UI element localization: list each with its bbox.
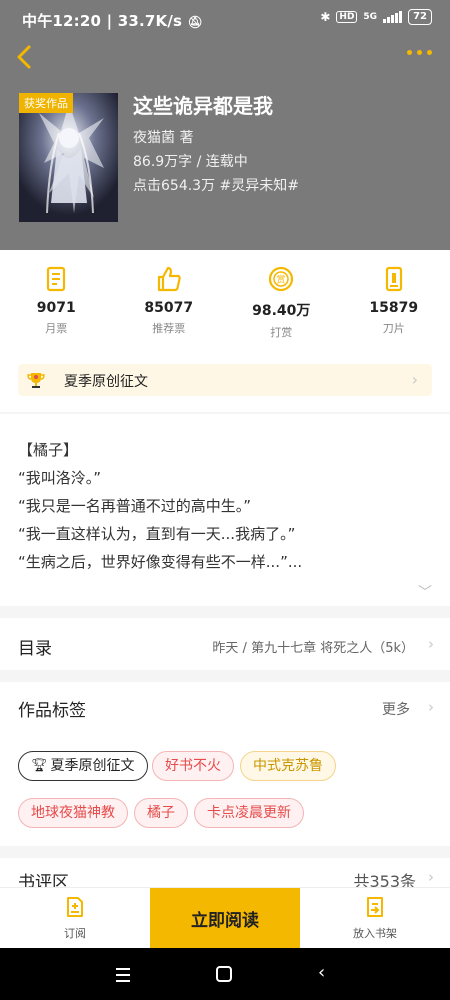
contest-banner[interactable]: 夏季原创征文 › bbox=[18, 364, 432, 396]
banner-text: 夏季原创征文 bbox=[64, 374, 148, 390]
tag-label: 橘子 bbox=[147, 805, 175, 821]
bookshelf-icon bbox=[367, 897, 383, 917]
section-divider bbox=[0, 606, 450, 618]
add-shelf-label: 放入书架 bbox=[353, 927, 397, 940]
blade-icon bbox=[385, 266, 402, 292]
stat-monthly-ticket[interactable]: 9071 月票 bbox=[0, 260, 113, 350]
bottom-action-bar: 订阅 立即阅读 放入书架 bbox=[0, 887, 450, 948]
5g-icon: 5G bbox=[363, 12, 378, 22]
synopsis[interactable]: 【橘子】 “我叫洛泠。” “我只是一名再普通不过的高中生。” “我一直这样认为，… bbox=[18, 436, 438, 576]
tag-label: 地球夜猫神教 bbox=[31, 805, 115, 821]
tag-label: 卡点凌晨更新 bbox=[207, 805, 291, 821]
battery-icon: 72 bbox=[408, 9, 432, 25]
trophy-icon bbox=[27, 373, 45, 388]
chevron-right-icon[interactable]: › bbox=[428, 698, 434, 716]
tag-chip[interactable]: 好书不火 bbox=[152, 751, 234, 781]
book-author[interactable]: 夜猫菌 著 bbox=[133, 127, 193, 147]
back-arrow-icon[interactable] bbox=[14, 42, 40, 72]
tag-label: 好书不火 bbox=[165, 758, 221, 774]
status-bar: 中午12:20 | 33.7K/s 🔕︎ ✱ HD 5G 72 bbox=[0, 0, 450, 38]
signal-icon bbox=[383, 11, 403, 23]
subscribe-button[interactable]: 订阅 bbox=[0, 888, 150, 948]
tag-label: 夏季原创征文 bbox=[50, 758, 135, 774]
chevron-right-icon: › bbox=[411, 370, 418, 389]
section-divider bbox=[0, 670, 450, 682]
chevron-right-icon: › bbox=[428, 635, 434, 653]
stat-value: 85077 bbox=[144, 300, 194, 316]
award-badge: 获奖作品 bbox=[19, 93, 73, 113]
synopsis-line: “我只是一名再普通不过的高中生。” bbox=[18, 497, 252, 515]
thumbs-up-icon bbox=[157, 266, 181, 292]
expand-chevron-icon[interactable]: ﹀ bbox=[418, 582, 432, 602]
read-now-button[interactable]: 立即阅读 bbox=[150, 888, 300, 948]
svg-text:赏: 赏 bbox=[277, 274, 286, 286]
synopsis-line: “我一直这样认为，直到有一天...我病了。” bbox=[18, 525, 296, 543]
monthly-ticket-icon bbox=[47, 266, 66, 292]
tag-label: 中式克苏鲁 bbox=[253, 758, 323, 774]
book-word-count-status: 86.9万字 / 连载中 bbox=[133, 154, 248, 170]
tags-title: 作品标签 bbox=[18, 701, 86, 721]
tag-chip[interactable]: 卡点凌晨更新 bbox=[194, 798, 304, 828]
clock-text: 中午12:20 bbox=[22, 12, 102, 30]
tag-chip[interactable]: 橘子 bbox=[134, 798, 188, 828]
book-header: 中午12:20 | 33.7K/s 🔕︎ ✱ HD 5G 72 获奖作品 这些诡… bbox=[0, 0, 450, 250]
recent-apps-icon[interactable] bbox=[116, 968, 130, 982]
tag-chip[interactable]: 🏆︎ 夏季原创征文 bbox=[18, 751, 148, 781]
stat-recommend-ticket[interactable]: 85077 推荐票 bbox=[113, 260, 226, 350]
status-icons: ✱ HD 5G 72 bbox=[320, 9, 432, 25]
section-divider bbox=[0, 412, 450, 414]
synopsis-line: 【橘子】 bbox=[18, 441, 79, 459]
section-divider bbox=[0, 846, 450, 858]
chevron-right-icon[interactable]: › bbox=[428, 868, 434, 886]
stat-label: 月票 bbox=[45, 322, 68, 335]
more-options-icon[interactable] bbox=[407, 50, 432, 55]
synopsis-line: “我叫洛泠。” bbox=[18, 469, 102, 487]
stat-blade[interactable]: 15879 刀片 bbox=[338, 260, 450, 350]
home-icon[interactable] bbox=[216, 966, 232, 982]
system-nav-bar: ‹ bbox=[0, 948, 450, 1000]
add-to-shelf-button[interactable]: 放入书架 bbox=[300, 888, 450, 948]
stat-value: 9071 bbox=[36, 300, 76, 316]
stats-row: 9071 月票 85077 推荐票 赏 98.40万 打赏 15879 刀片 bbox=[0, 260, 450, 350]
catalog-title: 目录 bbox=[18, 639, 52, 659]
trophy-icon: 🏆︎ bbox=[31, 758, 48, 773]
network-speed: 33.7K/s bbox=[117, 12, 183, 30]
tag-chip[interactable]: 中式克苏鲁 bbox=[240, 751, 336, 781]
tag-chip[interactable]: 地球夜猫神教 bbox=[18, 798, 128, 828]
subscribe-icon bbox=[67, 897, 83, 917]
tags-more-link[interactable]: 更多 bbox=[382, 699, 410, 719]
reward-coin-icon: 赏 bbox=[269, 266, 294, 292]
stat-value: 15879 bbox=[369, 300, 419, 316]
synopsis-line: “生病之后，世界好像变得有些不一样...”... bbox=[18, 553, 303, 571]
status-time: 中午12:20 | 33.7K/s 🔕︎ bbox=[22, 10, 203, 31]
bluetooth-icon: ✱ bbox=[320, 10, 331, 24]
separator: | bbox=[106, 12, 118, 30]
stat-label: 推荐票 bbox=[152, 322, 186, 335]
book-title: 这些诡异都是我 bbox=[133, 94, 273, 118]
back-icon[interactable]: ‹ bbox=[318, 962, 325, 983]
subscribe-label: 订阅 bbox=[64, 927, 86, 940]
latest-chapter: 昨天 / 第九十七章 将死之人（5k） bbox=[212, 641, 414, 656]
book-cover[interactable]: 获奖作品 bbox=[19, 93, 118, 222]
book-clicks-category: 点击654.3万 #灵异未知# bbox=[133, 178, 299, 194]
hd-icon: HD bbox=[336, 11, 358, 23]
stat-value: 98.40万 bbox=[252, 303, 311, 319]
stat-label: 打赏 bbox=[270, 326, 293, 339]
stat-reward[interactable]: 赏 98.40万 打赏 bbox=[225, 260, 338, 350]
stat-label: 刀片 bbox=[382, 322, 405, 335]
mute-icon: 🔕︎ bbox=[187, 15, 204, 29]
